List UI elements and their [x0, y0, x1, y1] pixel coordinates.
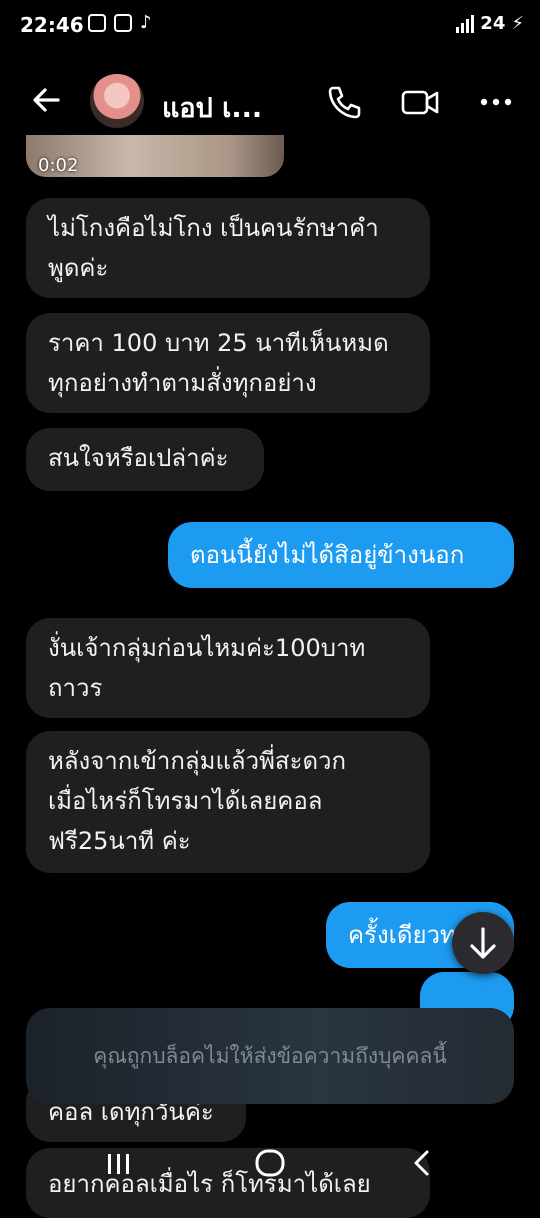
- home-icon[interactable]: [252, 1146, 288, 1180]
- scroll-to-bottom-button[interactable]: [452, 912, 514, 974]
- incoming-message[interactable]: ราคา 100 บาท 25 นาทีเห็นหมด ทุกอย่างทำตา…: [26, 313, 430, 413]
- incoming-message[interactable]: งั่นเจ้ากลุ่มก่อนไหมค่ะ100บาท ถาวร: [26, 618, 430, 718]
- system-nav-bar: [0, 1140, 540, 1200]
- more-icon[interactable]: [476, 82, 516, 122]
- signal-icon: [456, 14, 475, 33]
- incoming-message[interactable]: ไม่โกงคือไม่โกง เป็นคนรักษาคำ พูดค่ะ: [26, 198, 430, 298]
- phone-icon[interactable]: [324, 82, 364, 122]
- incoming-message[interactable]: หลังจากเข้ากลุ่มแล้วพี่สะดวก เมื่อไหร่ก็…: [26, 731, 430, 873]
- avatar[interactable]: [90, 74, 144, 128]
- back-arrow-icon[interactable]: [28, 82, 64, 118]
- gallery-icon: [114, 14, 132, 32]
- contact-name[interactable]: แอป เ...: [162, 86, 262, 129]
- battery-level: 24: [480, 13, 506, 34]
- status-notification-icons: ♪: [88, 14, 152, 32]
- chat-header: แอป เ...: [0, 60, 540, 144]
- blocked-notice-text: คุณถูกบล็อคไม่ให้ส่งข้อความถึงบุคคลนี้: [93, 1043, 447, 1068]
- screenshot-icon: [88, 14, 106, 32]
- tiktok-icon: ♪: [140, 12, 152, 33]
- recents-icon[interactable]: [104, 1146, 134, 1180]
- video-call-icon[interactable]: [400, 82, 440, 122]
- outgoing-message[interactable]: ตอนนี้ยังไม่ได้สิอยู่ข้างนอก: [168, 522, 514, 588]
- status-right: 24 ⚡: [456, 13, 524, 34]
- nav-back-icon[interactable]: [408, 1146, 434, 1180]
- blocked-notice: คุณถูกบล็อคไม่ให้ส่งข้อความถึงบุคคลนี้: [26, 1008, 514, 1104]
- status-time: 22:46: [20, 13, 84, 37]
- incoming-message[interactable]: สนใจหรือเปล่าค่ะ: [26, 428, 264, 491]
- status-bar: 22:46 ♪ 24 ⚡: [0, 0, 540, 52]
- video-duration: 0:02: [38, 155, 79, 176]
- charging-icon: ⚡: [511, 13, 524, 34]
- arrow-down-icon: [470, 927, 496, 959]
- video-message[interactable]: 0:02: [26, 135, 284, 177]
